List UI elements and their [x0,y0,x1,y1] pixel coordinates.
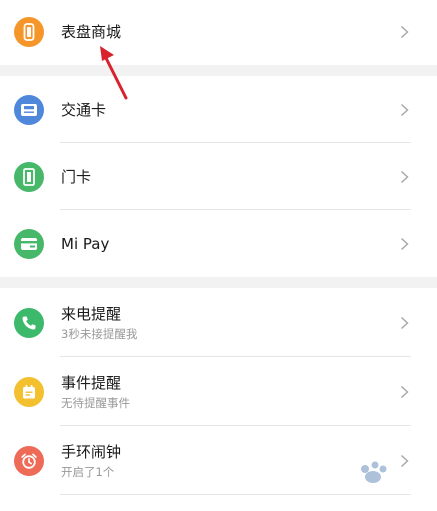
row-mi-pay[interactable]: Mi Pay [0,210,437,277]
row-title: 手环闹钟 [61,442,122,461]
row-title: 门卡 [61,167,92,186]
row-transit-card[interactable]: 交通卡 [0,76,437,143]
bus-card-icon [14,94,44,125]
row-band-alarm-text: 手环闹钟 开启了1个 [61,426,121,495]
row-title: 事件提醒 [61,373,122,392]
chevron-right-icon [401,103,409,116]
row-subtitle: 开启了1个 [61,464,115,479]
chevron-right-icon [401,25,409,38]
row-call-reminder-text: 来电提醒 3秒未接提醒我 [61,288,137,357]
chevron-right-icon [401,237,409,250]
row-title: 来电提醒 [61,304,122,323]
chevron-right-icon [401,454,409,467]
section-separator [0,277,437,288]
chevron-right-icon [401,170,409,183]
row-watch-store[interactable]: 表盘商城 [0,0,437,65]
chevron-right-icon [401,385,409,398]
alarm-icon [14,445,44,476]
row-transit-card-text: 交通卡 [61,76,106,143]
row-band-alarm[interactable]: 手环闹钟 开启了1个 [0,426,437,495]
wallet-icon [14,228,44,259]
calendar-icon [14,376,44,407]
row-subtitle: 无待提醒事件 [61,395,130,410]
row-event-reminder-text: 事件提醒 无待提醒事件 [61,357,130,426]
door-card-icon [14,161,44,192]
settings-page: 表盘商城 交通卡 门卡 Mi Pay 来电提醒 3秒未接提醒我 事件提醒 无待提… [0,0,437,511]
row-title: 交通卡 [61,100,107,119]
row-mi-pay-text: Mi Pay [61,210,109,277]
row-door-card[interactable]: 门卡 [0,143,437,210]
chevron-right-icon [401,316,409,329]
row-watch-store-text: 表盘商城 [61,0,121,65]
section-separator [0,65,437,76]
row-event-reminder[interactable]: 事件提醒 无待提醒事件 [0,357,437,426]
row-title: 表盘商城 [61,22,122,41]
row-call-reminder[interactable]: 来电提醒 3秒未接提醒我 [0,288,437,357]
watch-icon [14,16,44,47]
group-cards: 交通卡 门卡 Mi Pay [0,76,437,277]
phone-icon [14,307,44,338]
group-reminders: 来电提醒 3秒未接提醒我 事件提醒 无待提醒事件 手环闹钟 开启了1个 [0,288,437,511]
row-subtitle: 3秒未接提醒我 [61,326,138,341]
row-door-card-text: 门卡 [61,143,91,210]
row-title: Mi Pay [61,234,110,253]
row-partial[interactable] [0,495,437,511]
group-watch-store: 表盘商城 [0,0,437,65]
